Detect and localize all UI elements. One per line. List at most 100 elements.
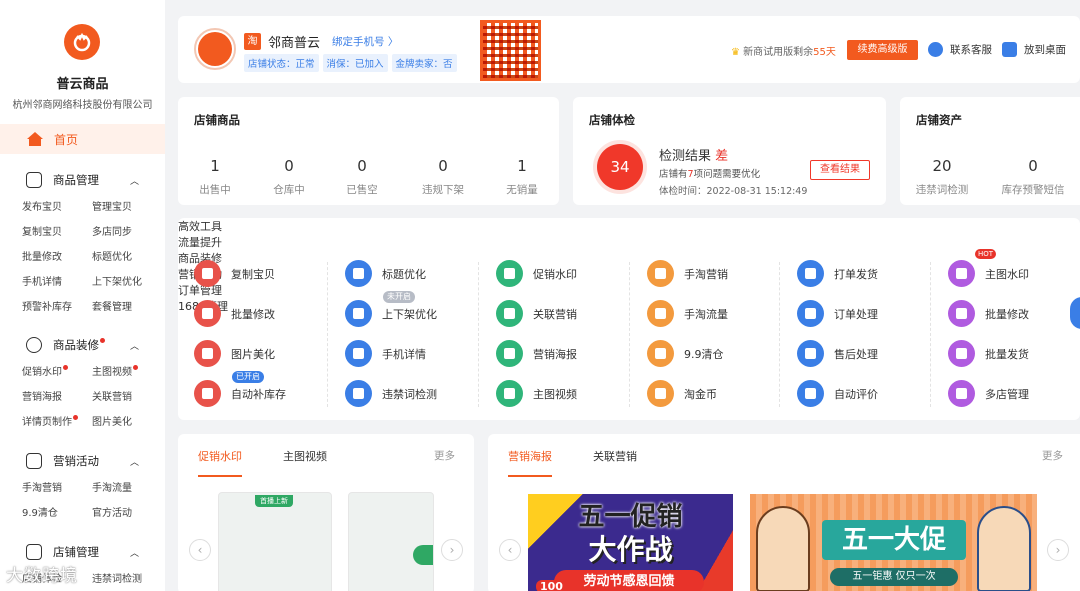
tool-item[interactable]: 手淘流量 <box>647 300 728 327</box>
tool-item[interactable]: 打单发货 <box>797 260 878 287</box>
tool-item[interactable]: 自动评价 <box>797 380 878 407</box>
sidebar-group-marketing: 营销活动 ︿ 手淘营销 手淘流量 9.9清仓 官方活动 <box>0 450 165 526</box>
template-thumbnail[interactable] <box>348 492 434 591</box>
stat-warehouse[interactable]: 0 仓库中 <box>259 157 319 197</box>
tool-item[interactable]: 售后处理 <box>797 340 878 367</box>
tool-item[interactable]: 淘金币 <box>647 380 717 407</box>
chevron-right-icon[interactable]: › <box>441 539 463 561</box>
sidebar-link[interactable]: 图片美化 <box>92 410 162 435</box>
tool-label: 主图水印 <box>985 267 1029 281</box>
tool-icon <box>948 380 975 407</box>
tool-item[interactable]: 批量修改 <box>948 300 1029 327</box>
tool-item[interactable]: 违禁词检测 <box>345 380 437 407</box>
sidebar-link[interactable]: 主图视频 <box>92 360 162 385</box>
add-to-desktop-link[interactable]: 放到桌面 <box>1002 42 1066 57</box>
tool-item[interactable]: 多店管理 <box>948 380 1029 407</box>
sidebar-link[interactable]: 套餐管理 <box>92 295 162 320</box>
tool-item[interactable]: 促销水印 <box>496 260 577 287</box>
sidebar-link[interactable]: 管理宝贝 <box>92 195 162 220</box>
float-service-button[interactable] <box>1070 297 1080 329</box>
group-title: 店铺管理 <box>53 545 99 559</box>
sidebar-group-header[interactable]: 商品管理 ︿ <box>0 169 165 191</box>
stat-forbidden-words[interactable]: 20 违禁词检测 <box>912 157 972 197</box>
sidebar-link[interactable]: 官方活动 <box>92 501 162 526</box>
stat-no-sales[interactable]: 1 无销量 <box>492 157 552 197</box>
tool-item[interactable]: 复制宝贝 <box>194 260 275 287</box>
stat-violation[interactable]: 0 违规下架 <box>413 157 473 197</box>
chevron-up-icon[interactable]: ︿ <box>130 339 139 352</box>
tab-main-video[interactable]: 主图视频 <box>283 448 327 464</box>
sidebar-link[interactable]: 复制宝贝 <box>22 220 92 245</box>
tool-icon <box>496 260 523 287</box>
sidebar-link[interactable]: 手机详情 <box>22 270 92 295</box>
sidebar-link[interactable]: 批量修改 <box>22 245 92 270</box>
template-thumbnail[interactable]: 首播上新 <box>218 492 332 591</box>
stat-stock-sms[interactable]: 0 库存预警短信 <box>998 157 1068 197</box>
tool-item[interactable]: 批量发货 <box>948 340 1029 367</box>
tool-icon <box>345 300 372 327</box>
tool-icon <box>345 380 372 407</box>
tab-promo-watermark[interactable]: 促销水印 <box>198 448 242 477</box>
app-logo-icon <box>64 24 100 60</box>
sidebar-group-header[interactable]: 店铺管理 ︿ <box>0 541 165 563</box>
tool-item[interactable]: 主图水印 <box>948 260 1029 287</box>
contact-service-link[interactable]: 联系客服 <box>928 42 992 57</box>
tool-item[interactable]: 标题优化 <box>345 260 426 287</box>
tab-related-marketing[interactable]: 关联营销 <box>593 448 637 464</box>
sidebar-link[interactable]: 标题优化 <box>92 245 162 270</box>
sidebar-item-home[interactable]: 首页 <box>0 124 165 154</box>
divider <box>327 262 328 407</box>
tool-item[interactable]: 关联营销 <box>496 300 577 327</box>
check-result: 检测结果 差 <box>659 149 729 164</box>
sidebar-link[interactable]: 促销水印 <box>22 360 92 385</box>
view-result-button[interactable]: 查看结果 <box>810 160 870 180</box>
sidebar-link[interactable]: 上下架优化 <box>92 270 162 295</box>
tool-icon <box>797 260 824 287</box>
group-title: 营销活动 <box>53 454 99 468</box>
tool-item[interactable]: 手淘营销 <box>647 260 728 287</box>
sidebar-link[interactable]: 手淘流量 <box>92 476 162 501</box>
tool-item[interactable]: 手机详情 <box>345 340 426 367</box>
sidebar-link[interactable]: 手淘营销 <box>22 476 92 501</box>
tool-item[interactable]: 自动补库存 已开启 <box>194 371 286 407</box>
chevron-up-icon[interactable]: ︿ <box>130 455 139 468</box>
chevron-up-icon[interactable]: ︿ <box>130 174 139 187</box>
tools-panel: 高效工具 复制宝贝 批量修改 图片美化 自动补库存 已开启 流量提升 标题优化 上下架优化 未开启… <box>178 218 1080 420</box>
sidebar-link[interactable]: 详情页制作 <box>22 410 92 435</box>
more-link[interactable]: 更多 <box>1042 448 1063 463</box>
stat-on-sale[interactable]: 1 出售中 <box>185 157 245 197</box>
tool-item[interactable]: 营销海报 <box>496 340 577 367</box>
poster-thumbnail[interactable]: 五一大促 五一钜惠 仅只一次 <box>750 494 1037 591</box>
stat-sold-out[interactable]: 0 已售空 <box>332 157 392 197</box>
divider <box>930 262 931 407</box>
tool-item[interactable]: 主图视频 <box>496 380 577 407</box>
chevron-left-icon[interactable]: ‹ <box>499 539 521 561</box>
sidebar-group-header[interactable]: 营销活动 ︿ <box>0 450 165 472</box>
sidebar-link[interactable]: 多店同步 <box>92 220 162 245</box>
sidebar-link[interactable]: 发布宝贝 <box>22 195 92 220</box>
sidebar-link[interactable]: 营销海报 <box>22 385 92 410</box>
chevron-up-icon[interactable]: ︿ <box>130 546 139 559</box>
more-link[interactable]: 更多 <box>434 448 455 463</box>
status-badge: 金牌卖家：否 <box>391 54 457 72</box>
tool-item[interactable]: 批量修改 <box>194 300 275 327</box>
tool-item[interactable]: 图片美化 <box>194 340 275 367</box>
chevron-right-icon[interactable]: › <box>1047 539 1069 561</box>
status-badge: 已开启 <box>232 371 264 383</box>
thumb-tag: 首播上新 <box>255 495 293 507</box>
sidebar-link[interactable]: 关联营销 <box>92 385 162 410</box>
tab-marketing-poster[interactable]: 营销海报 <box>508 448 552 477</box>
poster-line2: 大作战 <box>588 533 673 566</box>
sidebar-link[interactable]: 违禁词检测 <box>92 567 162 591</box>
sidebar-link[interactable]: 预警补库存 <box>22 295 92 320</box>
tool-item[interactable]: 订单处理 <box>797 300 878 327</box>
chevron-left-icon[interactable]: ‹ <box>189 539 211 561</box>
tool-item[interactable]: 上下架优化 未开启 <box>345 291 437 327</box>
bind-phone-link[interactable]: 绑定手机号 〉 <box>332 34 398 49</box>
upgrade-button[interactable]: 续费高级版 <box>847 40 918 60</box>
sidebar-group-header[interactable]: 商品装修 ︿ <box>0 334 165 356</box>
sidebar-link[interactable]: 9.9清仓 <box>22 501 92 526</box>
status-badge: 消保：已加入 <box>322 54 388 72</box>
poster-thumbnail[interactable]: 五一促销 大作战 劳动节感恩回馈 100 <box>528 494 733 591</box>
tool-item[interactable]: 9.9清仓 <box>647 340 724 367</box>
